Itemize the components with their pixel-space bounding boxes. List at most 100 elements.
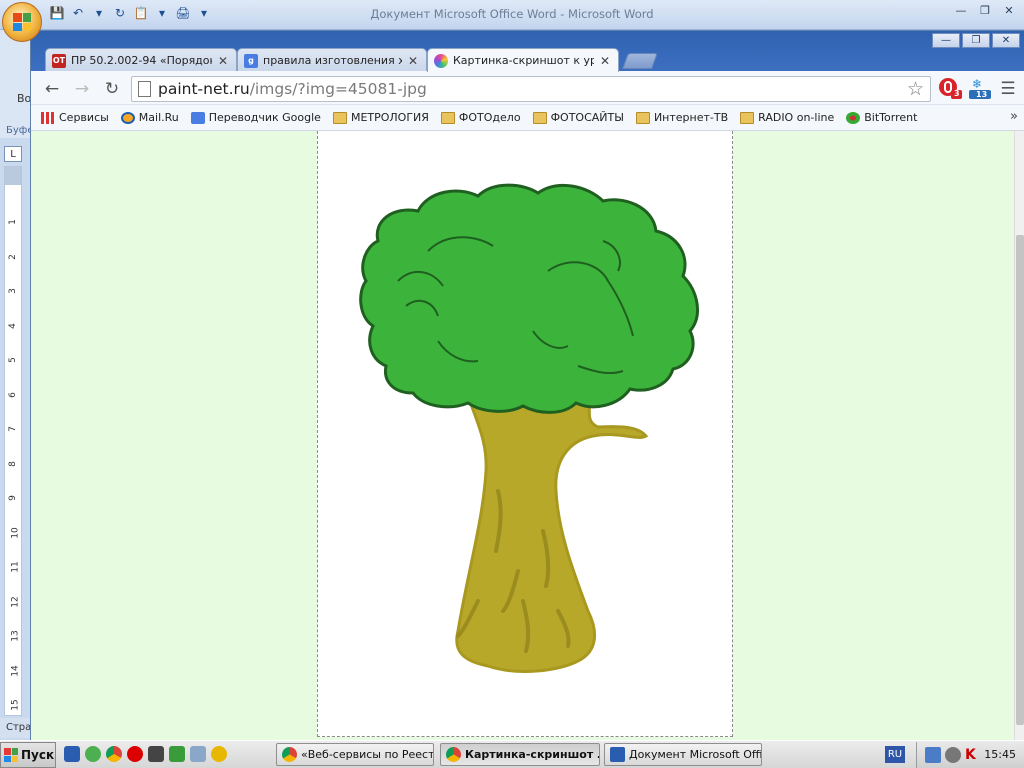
mailru-icon: [120, 111, 135, 124]
chrome-icon: [446, 747, 461, 762]
task-label: «Веб-сервисы по Реест…: [301, 748, 434, 761]
app-launch-icon[interactable]: [169, 746, 185, 762]
ruler-tick-label: 11: [10, 561, 21, 573]
tree-canopy: [359, 183, 699, 414]
tab-title: ПР 50.2.002-94 «Порядок о: [71, 54, 212, 67]
new-tab-button[interactable]: [622, 53, 658, 69]
vertical-scrollbar[interactable]: [1014, 131, 1024, 741]
minimize-icon[interactable]: —: [932, 33, 960, 48]
vertical-ruler: 1 2 3 4 5 6 7 8 9 10 11 12 13 14 15: [4, 166, 22, 716]
page-icon: [138, 81, 151, 97]
calc-launch-icon[interactable]: [190, 746, 206, 762]
chrome-icon: [282, 747, 297, 762]
ruler-tick-label: 13: [10, 630, 21, 642]
system-tray: K 15:45: [916, 742, 1024, 768]
back-icon[interactable]: ←: [41, 78, 63, 100]
word-icon: [610, 747, 625, 762]
bookmark-label: МЕТРОЛОГИЯ: [350, 111, 429, 124]
image-frame: [317, 131, 733, 737]
bookmarks-overflow-icon[interactable]: »: [1010, 109, 1018, 124]
chrome-window: OT ПР 50.2.002-94 «Порядок о ✕ g правила…: [30, 30, 1024, 741]
google-icon: g: [244, 53, 258, 68]
ruler-tick-label: 3: [7, 288, 18, 294]
close-tab-icon[interactable]: ✕: [408, 54, 418, 68]
media-launch-icon[interactable]: [148, 746, 164, 762]
opera-launch-icon[interactable]: [127, 746, 143, 762]
ruler-tick-label: 1: [7, 219, 18, 225]
word-launch-icon[interactable]: [64, 746, 80, 762]
network-icon[interactable]: [925, 747, 941, 763]
kaspersky-icon[interactable]: K: [965, 747, 981, 763]
taskbar-item[interactable]: Документ Microsoft Offi…: [604, 743, 762, 766]
ruler-tick-label: 4: [7, 322, 18, 329]
bookmark-translate[interactable]: Переводчик Google: [190, 111, 321, 124]
weather-extension-icon[interactable]: ❄ 13: [967, 76, 993, 100]
paintnet-icon: [434, 53, 448, 68]
ruler-margin: [5, 167, 21, 185]
tab-selector[interactable]: L: [4, 146, 22, 162]
close-icon[interactable]: ✕: [992, 33, 1020, 48]
menu-icon[interactable]: ☰: [997, 78, 1019, 100]
word-window-controls: — ❐ ✕: [950, 2, 1020, 18]
language-indicator[interactable]: RU: [885, 746, 905, 763]
weather-badge: 13: [976, 90, 988, 99]
task-label: Картинка-скриншот …: [465, 748, 600, 761]
bookmark-label: Интернет-ТВ: [653, 111, 729, 124]
forward-icon[interactable]: →: [71, 78, 93, 100]
taskbar: Пуск «Веб-сервисы по Реест… Картинка-скр…: [0, 740, 1024, 768]
reload-icon[interactable]: ↻: [101, 78, 123, 100]
ruler-tick-label: 15: [10, 699, 21, 711]
browser-tab[interactable]: g правила изготовления хра ✕: [237, 48, 427, 72]
bookmark-star-icon[interactable]: ☆: [907, 78, 924, 100]
ot-icon: OT: [52, 53, 66, 68]
windows-flag-icon: [4, 748, 18, 762]
address-bar[interactable]: paint-net.ru/imgs/?img=45081-jpg ☆: [131, 76, 931, 102]
bookmark-folder-internet-tv[interactable]: Интернет-ТВ: [635, 111, 729, 124]
clock: 15:45: [984, 748, 1016, 761]
taskbar-item[interactable]: «Веб-сервисы по Реест…: [276, 743, 434, 766]
scrollbar-thumb[interactable]: [1016, 235, 1024, 725]
close-icon[interactable]: ✕: [998, 2, 1020, 18]
bookmark-folder-photo[interactable]: ФОТОдело: [440, 111, 521, 124]
ruler-tick-label: 5: [7, 357, 18, 363]
office-button[interactable]: [2, 2, 42, 42]
restore-icon[interactable]: ❐: [974, 2, 996, 18]
utorrent-launch-icon[interactable]: [85, 746, 101, 762]
taskbar-item-active[interactable]: Картинка-скриншот …: [440, 743, 600, 766]
url-path: /imgs/?img=45081-jpg: [249, 80, 427, 98]
ruler-tick-label: 10: [10, 526, 21, 539]
volume-icon[interactable]: [945, 747, 961, 763]
close-tab-icon[interactable]: ✕: [600, 54, 610, 68]
bookmark-folder-radio[interactable]: RADIO on-line: [740, 111, 834, 124]
browser-tab-active[interactable]: Картинка-скриншот к урок ✕: [427, 48, 619, 72]
bookmark-mailru[interactable]: Mail.Ru: [120, 111, 179, 124]
bookmark-folder-photosites[interactable]: ФОТОСАЙТЫ: [532, 111, 624, 124]
quick-launch: [64, 746, 227, 762]
bookmark-label: ФОТОСАЙТЫ: [550, 111, 624, 124]
start-button[interactable]: Пуск: [0, 742, 56, 768]
task-label: Документ Microsoft Offi…: [629, 748, 762, 761]
translate-icon: [190, 111, 205, 124]
start-label: Пуск: [21, 748, 55, 762]
page-content: [31, 131, 1015, 741]
browser-tab[interactable]: OT ПР 50.2.002-94 «Порядок о ✕: [45, 48, 237, 72]
word-ribbon-edge: Во Буфе: [0, 30, 34, 138]
folder-icon: [532, 111, 547, 124]
bookmark-label: Сервисы: [59, 111, 109, 124]
adblock-extension-icon[interactable]: 3: [937, 76, 963, 100]
minimize-icon[interactable]: —: [950, 2, 972, 18]
restore-icon[interactable]: ❐: [962, 33, 990, 48]
bookmark-label: BitTorrent: [864, 111, 918, 124]
bookmark-folder-metrology[interactable]: МЕТРОЛОГИЯ: [332, 111, 429, 124]
folder-icon: [440, 111, 455, 124]
tab-title: Картинка-скриншот к урок: [453, 54, 594, 67]
close-tab-icon[interactable]: ✕: [218, 54, 228, 68]
chrome-launch-icon[interactable]: [106, 746, 122, 762]
bookmark-bittorrent[interactable]: BitTorrent: [846, 111, 917, 124]
bookmark-label: ФОТОдело: [458, 111, 521, 124]
bookmark-apps[interactable]: Сервисы: [41, 111, 109, 124]
folder-icon: [635, 111, 650, 124]
ruler-tick-label: 8: [7, 460, 18, 467]
ruler-tick-label: 14: [10, 664, 21, 677]
player-launch-icon[interactable]: [211, 746, 227, 762]
